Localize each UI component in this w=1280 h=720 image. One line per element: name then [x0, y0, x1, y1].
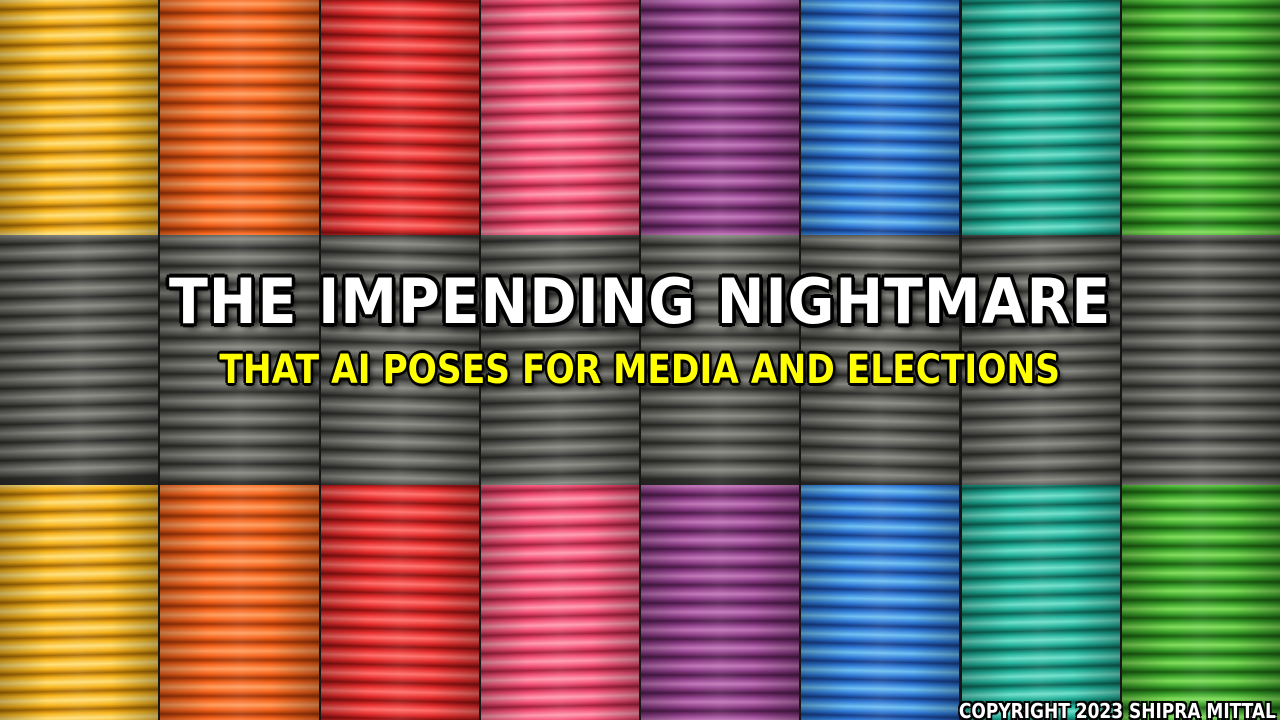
- ribbon-column-blue: [801, 485, 962, 720]
- copyright-notice: COPYRIGHT 2023 SHIPRA MITTAL: [959, 699, 1276, 720]
- ribbon-column-orange: [160, 485, 321, 720]
- column-shading: [641, 0, 800, 235]
- ribbon-column-yellow: [0, 0, 161, 235]
- ribbon-column-purple: [641, 485, 802, 720]
- ribbon-column-purple: [641, 0, 802, 235]
- column-shading: [641, 485, 800, 720]
- ribbon-column-yellow: [0, 485, 161, 720]
- ribbon-column-blue: [801, 0, 962, 235]
- column-shading: [961, 0, 1120, 235]
- column-shading: [160, 0, 319, 235]
- ribbon-column-green: [1121, 485, 1280, 720]
- column-shading: [0, 0, 159, 235]
- column-shading: [801, 0, 960, 235]
- column-shading: [160, 485, 319, 720]
- column-shading: [480, 485, 639, 720]
- ribbon-column-red: [320, 0, 481, 235]
- thumbnail-canvas: THE IMPENDING NIGHTMARE THAT AI POSES FO…: [0, 0, 1280, 720]
- column-shading: [1121, 485, 1280, 720]
- ribbon-column-red: [320, 485, 481, 720]
- ribbon-column-green: [1121, 0, 1280, 235]
- subheadline: THAT AI POSES FOR MEDIA AND ELECTIONS: [219, 347, 1061, 394]
- column-shading: [1121, 0, 1280, 235]
- ribbon-column-pink: [480, 485, 641, 720]
- column-shading: [0, 485, 159, 720]
- headline: THE IMPENDING NIGHTMARE: [168, 265, 1112, 338]
- title-block: THE IMPENDING NIGHTMARE THAT AI POSES FO…: [0, 265, 1280, 394]
- ribbon-column-teal: [961, 485, 1122, 720]
- column-shading: [961, 485, 1120, 720]
- column-shading: [320, 0, 479, 235]
- ribbon-column-teal: [961, 0, 1122, 235]
- column-shading: [320, 485, 479, 720]
- column-shading: [480, 0, 639, 235]
- column-shading: [801, 485, 960, 720]
- ribbon-column-pink: [480, 0, 641, 235]
- background-band-top: [0, 0, 1280, 235]
- ribbon-column-orange: [160, 0, 321, 235]
- background-band-bottom: [0, 485, 1280, 720]
